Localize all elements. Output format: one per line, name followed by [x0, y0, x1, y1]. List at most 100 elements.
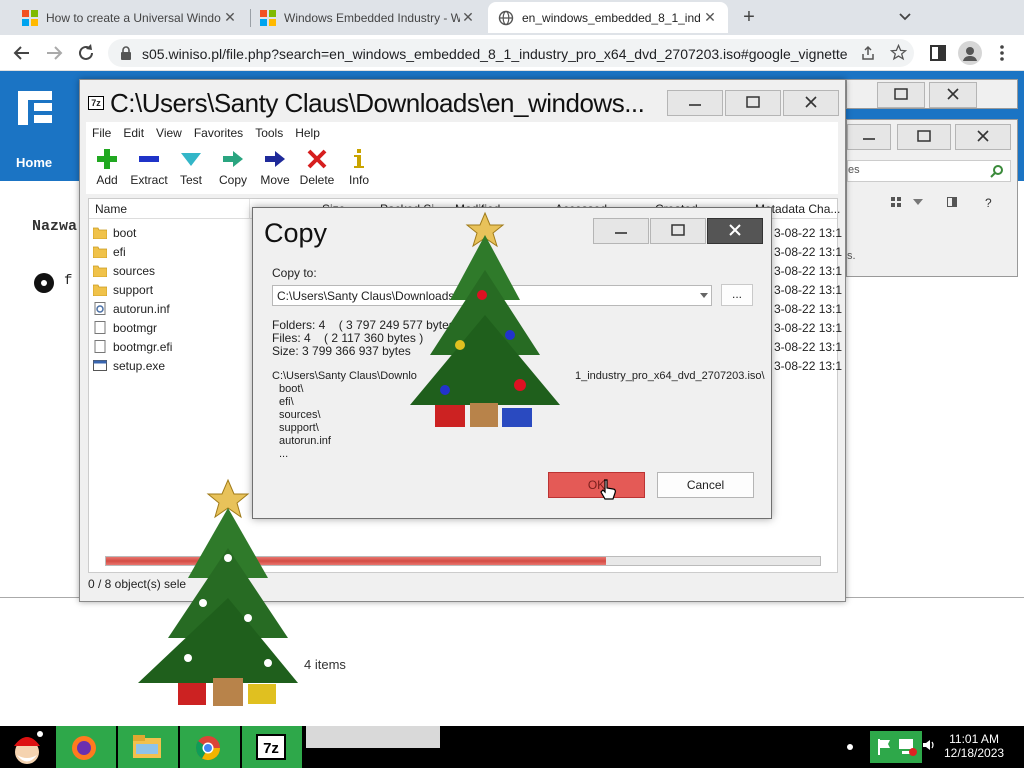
santa-icon[interactable] — [8, 728, 46, 766]
site-logo-icon[interactable] — [18, 91, 54, 125]
browser-tab[interactable]: Windows Embedded Industry - W ✕ — [250, 2, 486, 33]
close-icon — [729, 224, 741, 236]
reload-icon[interactable] — [74, 41, 98, 65]
maximize-button[interactable] — [877, 82, 925, 108]
file-list-row[interactable]: boot — [93, 223, 136, 242]
add-button[interactable]: Add — [86, 148, 128, 187]
browser-tab-active[interactable]: en_windows_embedded_8_1_ind ✕ — [488, 2, 728, 33]
copy-to-label: Copy to: — [272, 266, 317, 280]
file-name: autorun.inf — [113, 301, 170, 316]
ok-button[interactable]: OK — [548, 472, 645, 498]
tool-label: Info — [348, 173, 369, 187]
more-menu-icon[interactable] — [990, 41, 1014, 65]
info-button[interactable]: Info — [338, 148, 380, 187]
clock-time: 11:01 AM — [949, 732, 999, 746]
maximize-button[interactable] — [650, 218, 706, 244]
file-explorer-icon — [133, 735, 161, 758]
move-button[interactable]: Move — [254, 148, 296, 187]
file-list-row[interactable]: efi — [93, 242, 126, 261]
browser-tab-strip: How to create a Universal Windo ✕ Window… — [0, 0, 1024, 35]
chevron-down-icon[interactable] — [700, 293, 708, 298]
file-icon — [93, 321, 113, 334]
delete-button[interactable]: Delete — [296, 148, 338, 187]
maximize-button[interactable] — [725, 90, 781, 116]
globe-icon — [498, 10, 514, 25]
tool-label: Add — [96, 173, 118, 187]
file-name: setup.exe — [113, 358, 166, 373]
taskbar-window-preview[interactable] — [306, 726, 440, 748]
file-list-row[interactable]: autorun.inf — [93, 299, 170, 318]
taskbar-firefox[interactable] — [56, 726, 116, 768]
file-list-row[interactable]: sources — [93, 261, 155, 280]
extract-button[interactable]: Extract — [128, 148, 170, 187]
taskbar-7zip[interactable]: 7z — [242, 726, 302, 768]
browser-toolbar: s05.winiso.pl/file.php?search=en_windows… — [0, 35, 1024, 71]
column-header-name[interactable]: Name — [95, 202, 127, 216]
new-tab-button[interactable]: + — [736, 4, 762, 30]
menu-edit[interactable]: Edit — [117, 122, 150, 144]
menu-bar: File Edit View Favorites Tools Help — [86, 122, 838, 144]
window-title: C:\Users\Santy Claus\Downloads\en_window… — [110, 88, 645, 118]
taskbar-clock[interactable]: 11:01 AM 12/18/2023 — [944, 732, 1004, 760]
chevron-down-icon[interactable] — [894, 6, 916, 28]
lock-icon[interactable] — [120, 46, 132, 60]
flag-icon[interactable] — [876, 737, 894, 757]
back-arrow-icon[interactable] — [10, 41, 34, 65]
test-icon — [181, 153, 201, 166]
windows-logo-icon — [260, 9, 276, 26]
share-icon[interactable] — [860, 45, 876, 61]
network-icon[interactable] — [896, 736, 918, 758]
copy-button[interactable]: Copy — [212, 148, 254, 187]
test-button[interactable]: Test — [170, 148, 212, 187]
nav-home-link[interactable]: Home — [16, 155, 52, 170]
cancel-button[interactable]: Cancel — [657, 472, 754, 498]
file-list-row[interactable]: support — [93, 280, 153, 299]
column-separator[interactable] — [249, 199, 250, 219]
address-bar[interactable]: s05.winiso.pl/file.php?search=en_windows… — [108, 39, 914, 67]
tab-close-icon[interactable]: ✕ — [702, 9, 718, 26]
browser-tab[interactable]: How to create a Universal Windo ✕ — [12, 2, 248, 33]
chevron-down-icon[interactable] — [913, 199, 923, 207]
pane-icon[interactable] — [947, 197, 957, 207]
close-button[interactable] — [929, 82, 977, 108]
file-list-row[interactable]: bootmgr — [93, 318, 157, 337]
url-path: /file.php?search=en_windows_embedded_8_1… — [222, 46, 848, 62]
view-options-icon[interactable] — [891, 197, 901, 207]
bookmark-star-icon[interactable] — [890, 44, 907, 61]
file-list-row[interactable]: setup.exe — [93, 356, 165, 375]
minimize-icon — [689, 104, 701, 106]
system-tray[interactable] — [870, 731, 922, 763]
search-field[interactable]: es — [847, 160, 1011, 182]
menu-favorites[interactable]: Favorites — [188, 122, 249, 144]
minimize-button[interactable] — [847, 124, 891, 150]
tab-close-icon[interactable]: ✕ — [460, 9, 476, 26]
window-titlebar[interactable]: 7z C:\Users\Santy Claus\Downloads\en_win… — [80, 80, 845, 122]
close-button[interactable] — [707, 218, 763, 244]
file-list-row[interactable]: bootmgr.efi — [93, 337, 172, 356]
browse-button[interactable]: ... — [721, 284, 753, 306]
side-panel-icon[interactable] — [926, 41, 950, 65]
menu-help[interactable]: Help — [289, 122, 326, 144]
file-metadata-changed-date: 3-08-22 13:1 — [774, 321, 843, 335]
maximize-button[interactable] — [897, 124, 951, 150]
close-button[interactable] — [955, 124, 1011, 150]
profile-avatar[interactable] — [958, 41, 982, 65]
forward-arrow-icon[interactable] — [42, 41, 66, 65]
menu-view[interactable]: View — [150, 122, 188, 144]
speaker-icon[interactable] — [922, 738, 936, 752]
firefox-icon — [72, 736, 96, 760]
minimize-button[interactable] — [593, 218, 649, 244]
minimize-button[interactable] — [667, 90, 723, 116]
search-icon[interactable] — [990, 164, 1004, 178]
help-icon[interactable]: ? — [985, 196, 992, 210]
tray-indicator-icon[interactable] — [847, 744, 853, 750]
taskbar-chrome[interactable] — [180, 726, 240, 768]
file-name: bootmgr.efi — [113, 339, 173, 354]
minimize-icon — [615, 232, 627, 234]
christmas-tree-decoration — [138, 478, 298, 706]
tab-close-icon[interactable]: ✕ — [222, 9, 238, 26]
close-button[interactable] — [783, 90, 839, 116]
taskbar-file-explorer[interactable] — [118, 726, 178, 768]
menu-tools[interactable]: Tools — [249, 122, 289, 144]
menu-file[interactable]: File — [86, 122, 117, 144]
